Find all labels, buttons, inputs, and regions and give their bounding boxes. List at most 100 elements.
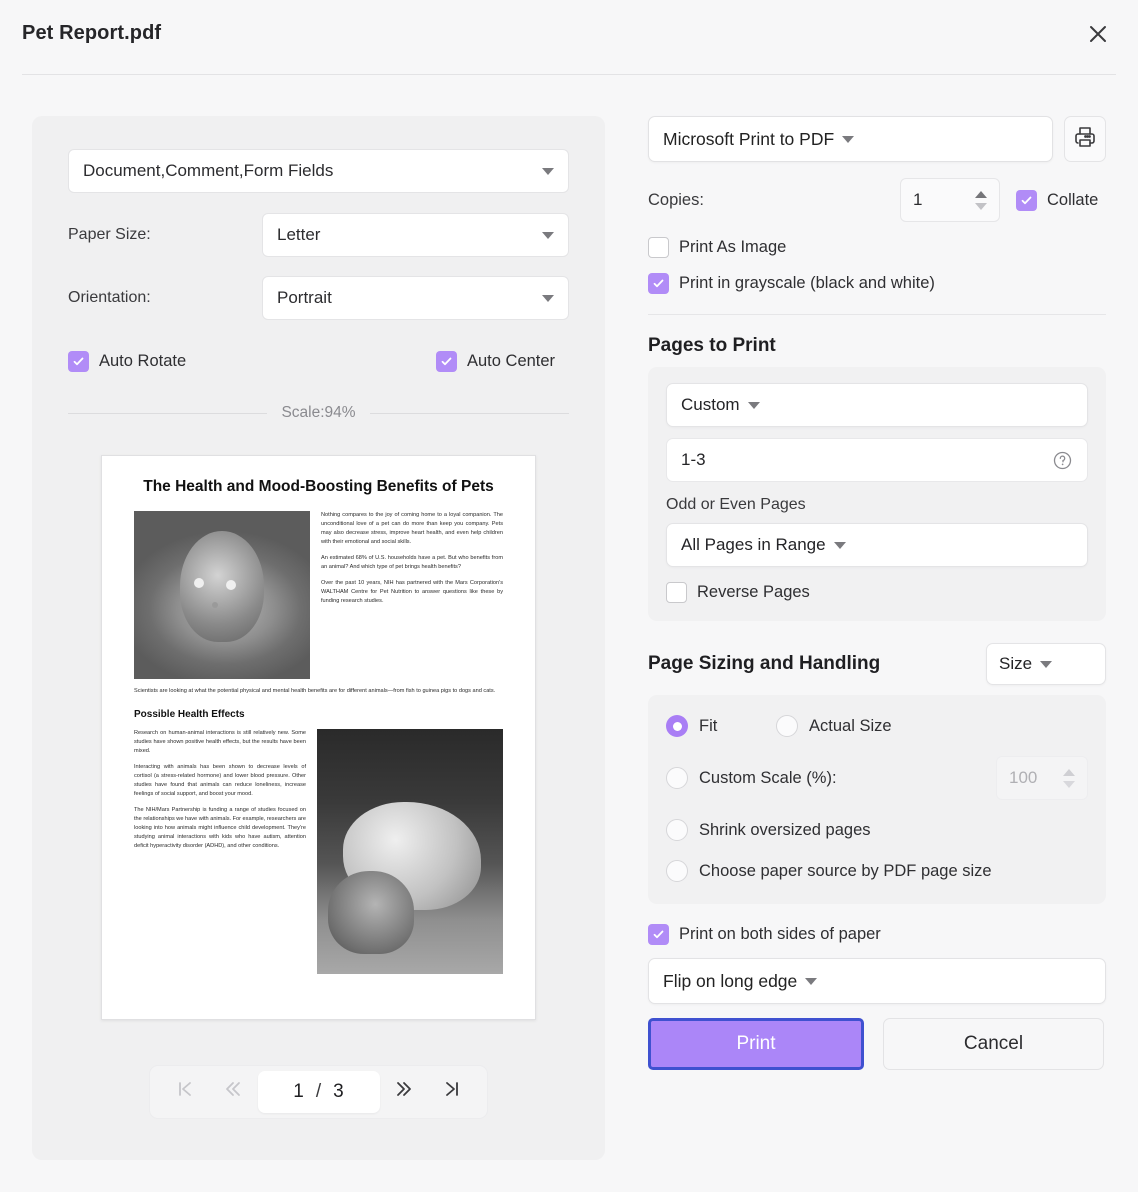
fit-actual-row: Fit Actual Size bbox=[666, 715, 1088, 737]
stepper-down-icon[interactable] bbox=[975, 203, 987, 210]
sizing-mode-value: Size bbox=[999, 654, 1032, 674]
dialog-actions: Print Cancel bbox=[648, 1018, 1106, 1070]
copies-row: Copies: 1 Collate bbox=[648, 178, 1106, 222]
sizing-mode-select[interactable]: Size bbox=[986, 643, 1106, 685]
duplex-label: Print on both sides of paper bbox=[679, 925, 881, 944]
paper-source-radio[interactable]: Choose paper source by PDF page size bbox=[666, 860, 1088, 882]
radio-circle bbox=[666, 767, 688, 789]
copies-stepper[interactable]: 1 bbox=[900, 178, 1000, 222]
actual-size-label: Actual Size bbox=[809, 717, 892, 736]
auto-center-checkbox[interactable]: Auto Center bbox=[436, 351, 555, 372]
duplex-checkbox[interactable]: Print on both sides of paper bbox=[648, 924, 1106, 945]
stepper-up-icon[interactable] bbox=[975, 191, 987, 198]
stepper-up-icon[interactable] bbox=[1063, 769, 1075, 776]
printer-value: Microsoft Print to PDF bbox=[663, 129, 834, 150]
auto-center-label: Auto Center bbox=[467, 352, 555, 371]
print-button[interactable]: Print bbox=[648, 1018, 864, 1070]
radio-circle bbox=[666, 819, 688, 841]
printer-row: Microsoft Print to PDF bbox=[648, 116, 1106, 162]
section-divider bbox=[648, 314, 1106, 315]
preview-paragraph: Nothing compares to the joy of coming ho… bbox=[321, 511, 503, 547]
checkbox-box bbox=[666, 582, 687, 603]
dialog-titlebar: Pet Report.pdf bbox=[0, 0, 1138, 74]
checkbox-box bbox=[648, 273, 669, 294]
pages-mode-select[interactable]: Custom bbox=[666, 383, 1088, 427]
go-to-last-page-icon bbox=[442, 1079, 462, 1105]
pages-to-print-group: Custom 1-3 Odd or Even Pages All Pages i… bbox=[648, 367, 1106, 621]
fit-radio[interactable]: Fit bbox=[666, 715, 776, 737]
content-to-print-select[interactable]: Document,Comment,Form Fields bbox=[68, 149, 569, 193]
orientation-label: Orientation: bbox=[68, 289, 262, 307]
page-sizing-group: Fit Actual Size Custom Scale (%): 100 bbox=[648, 695, 1106, 904]
reverse-pages-checkbox[interactable]: Reverse Pages bbox=[666, 582, 1088, 603]
chevron-down-icon bbox=[542, 232, 554, 239]
custom-scale-row: Custom Scale (%): 100 bbox=[666, 756, 1088, 800]
stepper-down-icon[interactable] bbox=[1063, 781, 1075, 788]
next-page-button[interactable] bbox=[384, 1073, 426, 1111]
paper-source-label: Choose paper source by PDF page size bbox=[699, 862, 992, 881]
page-number-input[interactable]: 1 / 3 bbox=[258, 1071, 380, 1113]
current-page-value: 1 bbox=[293, 1081, 304, 1103]
preview-doc-title: The Health and Mood-Boosting Benefits of… bbox=[134, 478, 503, 497]
chevron-down-icon bbox=[542, 295, 554, 302]
chevron-down-icon bbox=[834, 542, 846, 549]
printer-properties-button[interactable] bbox=[1064, 116, 1106, 162]
printer-select[interactable]: Microsoft Print to PDF bbox=[648, 116, 1053, 162]
printer-icon bbox=[1073, 125, 1097, 154]
preview-doc-heading: Possible Health Effects bbox=[134, 709, 503, 720]
stepper-arrows bbox=[1063, 769, 1075, 788]
checkbox-box bbox=[1016, 190, 1037, 211]
radio-circle bbox=[666, 860, 688, 882]
collate-checkbox[interactable]: Collate bbox=[1016, 190, 1098, 211]
stepper-arrows bbox=[975, 191, 987, 210]
paper-size-select[interactable]: Letter bbox=[262, 213, 569, 257]
orientation-select[interactable]: Portrait bbox=[262, 276, 569, 320]
preview-paragraph: Research on human-animal interactions is… bbox=[134, 729, 306, 756]
custom-scale-label: Custom Scale (%): bbox=[699, 769, 837, 788]
shrink-oversized-radio[interactable]: Shrink oversized pages bbox=[666, 819, 1088, 841]
checkbox-box bbox=[68, 351, 89, 372]
page-separator: / bbox=[316, 1081, 321, 1103]
preview-paragraph: Over the past 10 years, NIH has partnere… bbox=[321, 579, 503, 606]
chevron-down-icon bbox=[805, 978, 817, 985]
duplex-mode-value: Flip on long edge bbox=[663, 971, 797, 992]
paper-size-row: Paper Size: Letter bbox=[68, 213, 569, 257]
auto-rotate-checkbox[interactable]: Auto Rotate bbox=[68, 351, 186, 372]
radio-circle bbox=[666, 715, 688, 737]
custom-scale-radio[interactable]: Custom Scale (%): bbox=[666, 767, 837, 789]
go-to-last-page-button[interactable] bbox=[431, 1073, 473, 1111]
content-to-print-value: Document,Comment,Form Fields bbox=[83, 161, 534, 181]
page-range-value: 1-3 bbox=[681, 450, 1052, 470]
previous-page-icon bbox=[222, 1079, 242, 1105]
cat-photo bbox=[134, 511, 310, 679]
page-range-input[interactable]: 1-3 bbox=[666, 438, 1088, 482]
duplex-mode-select[interactable]: Flip on long edge bbox=[648, 958, 1106, 1004]
orientation-row: Orientation: Portrait bbox=[68, 276, 569, 320]
close-button[interactable] bbox=[1080, 16, 1116, 52]
print-as-image-checkbox[interactable]: Print As Image bbox=[648, 237, 1106, 258]
checkbox-box bbox=[648, 924, 669, 945]
dog-and-cat-photo bbox=[317, 729, 503, 974]
go-to-first-page-button[interactable] bbox=[164, 1073, 206, 1111]
checkbox-box bbox=[436, 351, 457, 372]
print-settings-right-panel: Microsoft Print to PDF Copies: 1 bbox=[648, 116, 1106, 1070]
title-divider bbox=[22, 74, 1116, 75]
fit-label: Fit bbox=[699, 717, 717, 736]
preview-paragraph: The NIH/Mars Partnership is funding a ra… bbox=[134, 806, 306, 851]
total-pages-value: 3 bbox=[333, 1081, 344, 1103]
shrink-oversized-label: Shrink oversized pages bbox=[699, 821, 871, 840]
close-icon bbox=[1087, 23, 1109, 45]
grayscale-label: Print in grayscale (black and white) bbox=[679, 274, 935, 293]
document-preview[interactable]: The Health and Mood-Boosting Benefits of… bbox=[101, 455, 536, 1020]
cancel-button[interactable]: Cancel bbox=[883, 1018, 1104, 1070]
grayscale-checkbox[interactable]: Print in grayscale (black and white) bbox=[648, 273, 1106, 294]
previous-page-button[interactable] bbox=[211, 1073, 253, 1111]
collate-label: Collate bbox=[1047, 191, 1098, 210]
actual-size-radio[interactable]: Actual Size bbox=[776, 715, 892, 737]
reverse-pages-label: Reverse Pages bbox=[697, 583, 810, 602]
odd-or-even-select[interactable]: All Pages in Range bbox=[666, 523, 1088, 567]
odd-or-even-label: Odd or Even Pages bbox=[666, 496, 1088, 514]
orientation-value: Portrait bbox=[277, 288, 534, 308]
help-icon[interactable] bbox=[1052, 450, 1073, 471]
custom-scale-stepper[interactable]: 100 bbox=[996, 756, 1088, 800]
